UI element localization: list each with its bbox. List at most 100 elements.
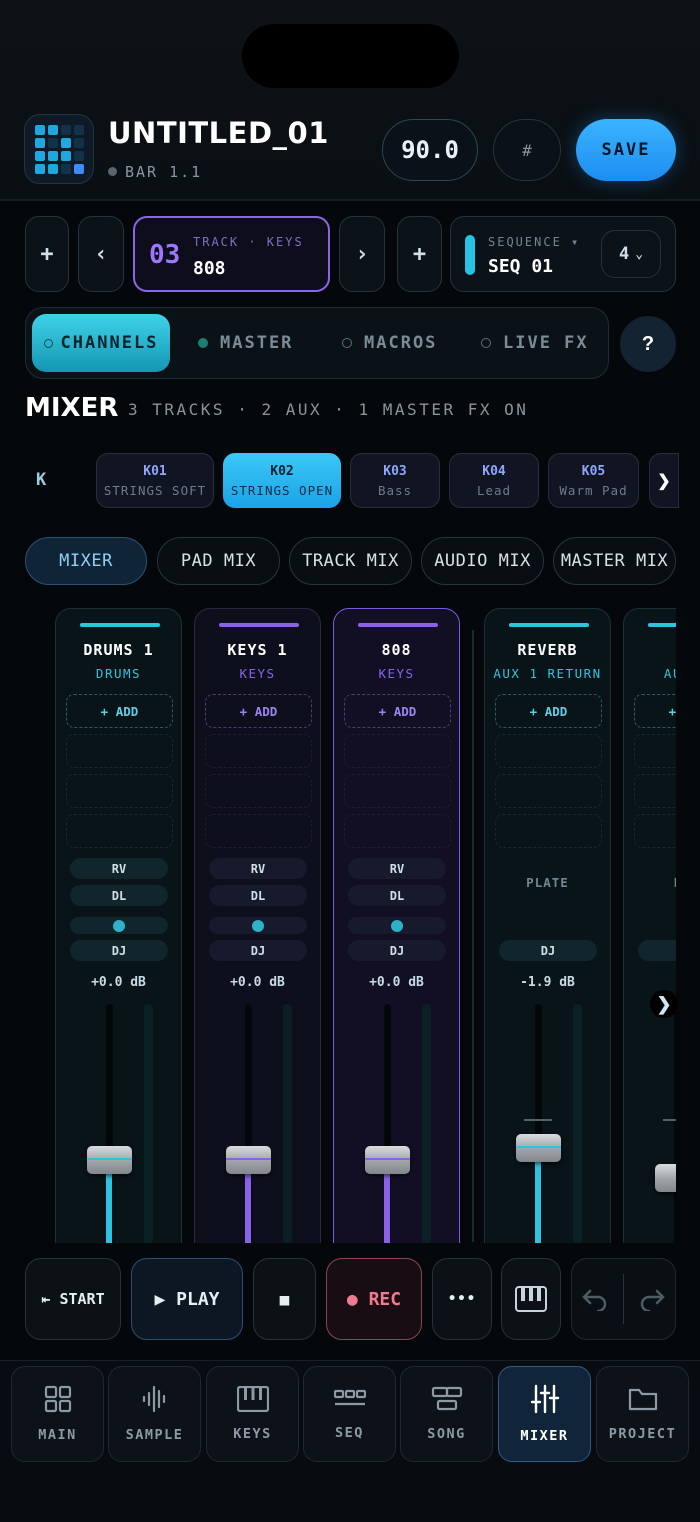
piano-icon: [236, 1385, 269, 1416]
level-meter: [573, 1004, 582, 1243]
strip-color-cap: [509, 623, 589, 627]
nav-song[interactable]: SONG: [400, 1366, 493, 1462]
empty-insert-slot[interactable]: [634, 734, 676, 768]
aux-divider: [472, 630, 474, 1242]
send-dj[interactable]: DJ: [209, 940, 307, 961]
volume-fader-handle[interactable]: [655, 1164, 676, 1192]
volume-fader-handle[interactable]: [365, 1146, 410, 1174]
send-rv[interactable]: RV: [70, 858, 168, 879]
nav-label: PROJECT: [608, 1426, 677, 1442]
strip-volume-db: -3: [624, 975, 676, 990]
nav-main[interactable]: MAIN: [11, 1366, 104, 1462]
nav-label: SONG: [427, 1426, 466, 1442]
empty-insert-slot[interactable]: [495, 814, 602, 848]
undo-redo-divider: [622, 1274, 625, 1324]
sliders-icon: [530, 1384, 560, 1418]
strip-subtitle: KEYS: [378, 666, 415, 681]
piano-icon: [515, 1286, 547, 1312]
pan-knob-icon[interactable]: [252, 920, 264, 932]
empty-insert-slot[interactable]: [495, 774, 602, 808]
waveform-icon: [141, 1385, 169, 1417]
unity-tick: [663, 1119, 676, 1122]
send-dl[interactable]: DL: [348, 885, 446, 906]
strip-subtitle: AUX 1 RETURN: [493, 666, 602, 681]
level-meter: [283, 1004, 292, 1243]
nav-project[interactable]: PROJECT: [596, 1366, 689, 1462]
empty-insert-slot[interactable]: [66, 734, 173, 768]
empty-insert-slot[interactable]: [634, 814, 676, 848]
send-dj[interactable]: DJ: [348, 940, 446, 961]
mixer-strips: DRUMS 1 DRUMS + ADD RV DL DJ +0.0 dB KEYS 1 KEYS…: [0, 0, 676, 1243]
empty-insert-slot[interactable]: [495, 734, 602, 768]
fader-handle-line: [365, 1158, 410, 1160]
level-meter: [144, 1004, 153, 1243]
mixer-strip[interactable]: 808 KEYS + ADD RV DL DJ +0.0 dB: [333, 608, 460, 1243]
empty-insert-slot[interactable]: [205, 734, 312, 768]
send-dj[interactable]: DJ: [499, 940, 597, 961]
strip-volume-db: +0.0 dB: [369, 975, 424, 990]
sequencer-icon: [333, 1387, 366, 1415]
mixer-strip[interactable]: REVERB AUX 1 RETURN + ADD PLATE DJ -1.9 dB: [484, 608, 611, 1243]
add-insert-button[interactable]: + ADD: [344, 694, 451, 728]
empty-insert-slot[interactable]: [344, 774, 451, 808]
volume-fader-handle[interactable]: [516, 1134, 561, 1162]
reverb-type: PIN: [624, 875, 676, 890]
add-insert-button[interactable]: + ADD: [205, 694, 312, 728]
nav-label: KEYS: [233, 1426, 272, 1442]
strip-name: KEYS 1: [227, 641, 288, 659]
stop-button[interactable]: ■: [253, 1258, 316, 1340]
mixer-strip[interactable]: DRUMS 1 DRUMS + ADD RV DL DJ +0.0 dB: [55, 608, 182, 1243]
volume-fader-handle[interactable]: [226, 1146, 271, 1174]
send-dl[interactable]: DL: [70, 885, 168, 906]
strip-name: DRUMS 1: [83, 641, 154, 659]
empty-insert-slot[interactable]: [66, 814, 173, 848]
empty-insert-slot[interactable]: [205, 774, 312, 808]
nav-seq[interactable]: SEQ: [303, 1366, 396, 1462]
empty-insert-slot[interactable]: [66, 774, 173, 808]
add-insert-button[interactable]: + ADD: [495, 694, 602, 728]
folder-icon: [628, 1386, 658, 1416]
fader-handle-line: [516, 1146, 561, 1148]
mixer-strip[interactable]: DE AUX 2 + ADD PIN -3: [623, 608, 676, 1243]
strip-volume-db: +0.0 dB: [230, 975, 285, 990]
pan-knob-icon[interactable]: [113, 920, 125, 932]
start-button[interactable]: ⇤ START: [25, 1258, 121, 1340]
nav-label: SAMPLE: [125, 1427, 184, 1443]
undo-icon[interactable]: [581, 1287, 609, 1311]
piano-keys-button[interactable]: [501, 1258, 561, 1340]
strip-subtitle: AUX 2: [663, 666, 676, 681]
send-rv[interactable]: RV: [209, 858, 307, 879]
empty-insert-slot[interactable]: [634, 774, 676, 808]
redo-icon[interactable]: [638, 1287, 666, 1311]
add-insert-button[interactable]: + ADD: [66, 694, 173, 728]
empty-insert-slot[interactable]: [205, 814, 312, 848]
strip-color-cap: [648, 623, 676, 627]
fader-fill: [535, 1148, 541, 1243]
strip-subtitle: KEYS: [239, 666, 276, 681]
strip-subtitle: DRUMS: [95, 666, 142, 681]
send-dj[interactable]: [638, 940, 676, 961]
volume-fader-handle[interactable]: [87, 1146, 132, 1174]
record-button[interactable]: ● REC: [326, 1258, 422, 1340]
song-blocks-icon: [431, 1386, 463, 1416]
send-rv[interactable]: RV: [348, 858, 446, 879]
pan-knob-icon[interactable]: [391, 920, 403, 932]
strip-name: DE: [624, 641, 676, 659]
more-button[interactable]: •••: [432, 1258, 492, 1340]
strip-volume-db: -1.9 dB: [520, 975, 575, 990]
empty-insert-slot[interactable]: [344, 814, 451, 848]
play-button[interactable]: ▶ PLAY: [131, 1258, 243, 1340]
strip-name: REVERB: [517, 641, 578, 659]
nav-label: MIXER: [520, 1428, 569, 1444]
send-dl[interactable]: DL: [209, 885, 307, 906]
send-dj[interactable]: DJ: [70, 940, 168, 961]
mixer-strip[interactable]: KEYS 1 KEYS + ADD RV DL DJ +0.0 dB: [194, 608, 321, 1243]
nav-sample[interactable]: SAMPLE: [108, 1366, 201, 1462]
nav-keys[interactable]: KEYS: [206, 1366, 299, 1462]
empty-insert-slot[interactable]: [344, 734, 451, 768]
nav-label: SEQ: [335, 1425, 364, 1441]
unity-tick: [524, 1119, 552, 1122]
nav-mixer[interactable]: MIXER: [498, 1366, 591, 1462]
add-insert-button[interactable]: + ADD: [634, 694, 676, 728]
strips-scroll-right-icon[interactable]: ❯: [650, 990, 678, 1018]
